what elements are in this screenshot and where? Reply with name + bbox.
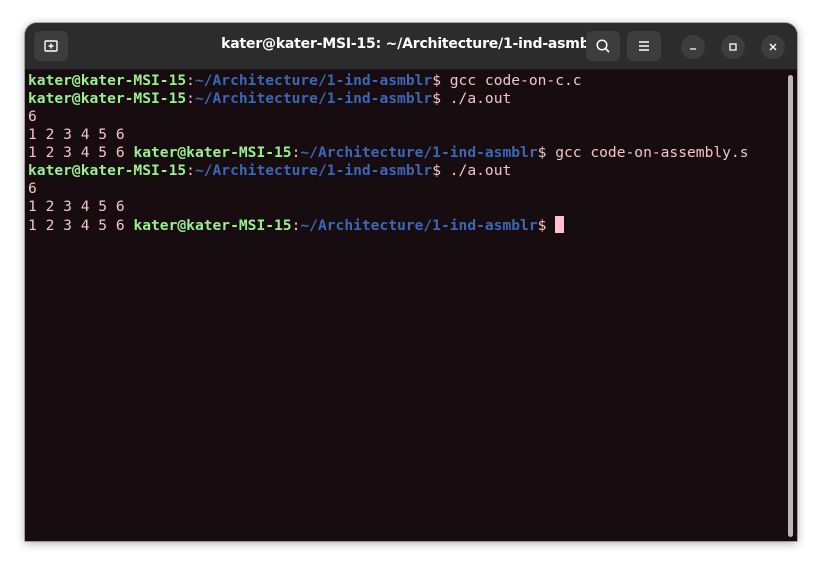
prompt-dollar: $: [432, 72, 450, 89]
maximize-icon: [729, 43, 737, 51]
minimize-button[interactable]: [681, 35, 705, 59]
output-text: 6: [28, 180, 37, 197]
prompt-colon: :: [186, 72, 195, 89]
prompt-colon: :: [186, 90, 195, 107]
text-cursor: [555, 216, 565, 233]
search-icon: [596, 39, 610, 53]
new-tab-button[interactable]: [34, 31, 68, 61]
new-tab-icon: [44, 40, 58, 52]
output-text: 1 2 3 4 5 6: [28, 126, 125, 143]
prompt-user-host: kater@kater-MSI-15: [28, 162, 187, 179]
terminal-line: 1 2 3 4 5 6 kater@kater-MSI-15:~/Archite…: [28, 216, 783, 234]
command-text: ./a.out: [449, 90, 512, 107]
minimize-icon: [690, 48, 696, 50]
menu-button[interactable]: [627, 31, 661, 61]
terminal-line: 6: [28, 180, 783, 198]
title-bar[interactable]: kater@kater-MSI-15: ~/Architecture/1-ind…: [25, 23, 797, 70]
output-text: 1 2 3 4 5 6: [28, 217, 134, 234]
prompt-dollar: $: [537, 144, 556, 161]
prompt-dollar: $: [537, 217, 556, 234]
terminal-line: kater@kater-MSI-15:~/Architecture/1-ind-…: [28, 72, 783, 90]
terminal-line: kater@kater-MSI-15:~/Architecture/1-ind-…: [28, 162, 783, 180]
prompt-path: ~/Architecture/1-ind-asmblr: [300, 217, 538, 234]
output-text: 6: [28, 108, 37, 125]
output-text: 1 2 3 4 5 6: [28, 198, 125, 215]
terminal-line: 6: [28, 108, 783, 126]
prompt-path: ~/Architecture/1-ind-asmblr: [194, 72, 433, 89]
terminal-window: kater@kater-MSI-15: ~/Architecture/1-ind…: [25, 23, 797, 541]
command-text: gcc code-on-c.c: [449, 72, 582, 89]
close-icon: [769, 43, 777, 51]
prompt-path: ~/Architecture/1-ind-asmblr: [300, 144, 538, 161]
scrollbar[interactable]: [788, 75, 793, 537]
prompt-path: ~/Architecture/1-ind-asmblr: [194, 162, 433, 179]
terminal-output-area[interactable]: kater@kater-MSI-15:~/Architecture/1-ind-…: [28, 72, 783, 541]
output-text: 1 2 3 4 5 6: [28, 144, 134, 161]
prompt-user-host: kater@kater-MSI-15: [133, 144, 292, 161]
prompt-dollar: $: [432, 90, 450, 107]
close-button[interactable]: [761, 35, 785, 59]
prompt-user-host: kater@kater-MSI-15: [28, 90, 187, 107]
maximize-button[interactable]: [721, 35, 745, 59]
prompt-colon: :: [186, 162, 195, 179]
hamburger-menu-icon: [639, 41, 649, 51]
prompt-user-host: kater@kater-MSI-15: [133, 217, 292, 234]
command-text: ./a.out: [449, 162, 512, 179]
prompt-dollar: $: [432, 162, 450, 179]
terminal-line: 1 2 3 4 5 6 kater@kater-MSI-15:~/Archite…: [28, 144, 783, 162]
prompt-path: ~/Architecture/1-ind-asmblr: [194, 90, 433, 107]
command-text: gcc code-on-assembly.s: [555, 144, 749, 161]
search-button[interactable]: [586, 31, 620, 61]
prompt-user-host: kater@kater-MSI-15: [28, 72, 187, 89]
terminal-line: 1 2 3 4 5 6: [28, 198, 783, 216]
terminal-line: 1 2 3 4 5 6: [28, 126, 783, 144]
terminal-line: kater@kater-MSI-15:~/Architecture/1-ind-…: [28, 90, 783, 108]
